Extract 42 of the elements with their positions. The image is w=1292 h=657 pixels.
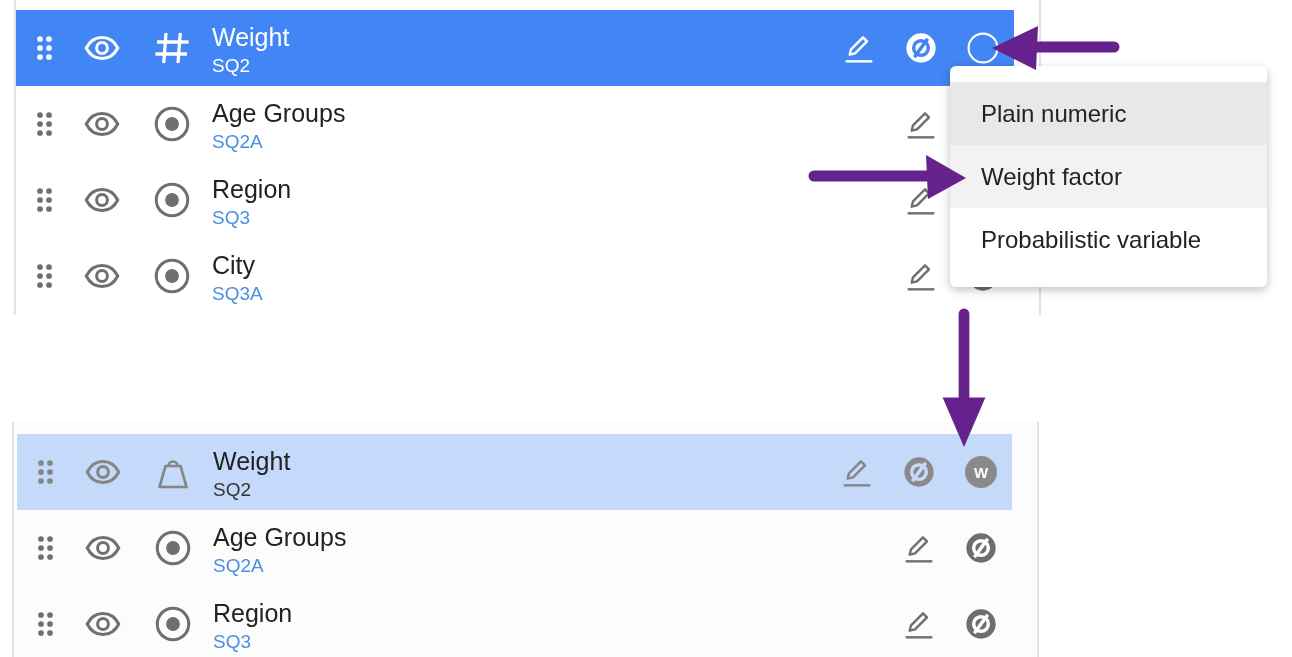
- item-title: Region: [212, 173, 292, 204]
- drag-handle-icon[interactable]: [36, 188, 52, 212]
- eye-icon[interactable]: [84, 264, 120, 288]
- item-title: Age Groups: [213, 521, 347, 552]
- item-code: SQ2: [213, 478, 252, 501]
- drag-handle-icon[interactable]: [36, 36, 52, 60]
- eye-icon[interactable]: [85, 460, 121, 484]
- null-icon[interactable]: [965, 532, 997, 564]
- item-title: Region: [213, 597, 293, 628]
- list-row[interactable]: Weight SQ2 W: [17, 434, 1012, 510]
- item-title: Weight: [213, 445, 291, 476]
- radio-icon: [154, 106, 190, 142]
- eye-icon[interactable]: [84, 112, 120, 136]
- eye-icon[interactable]: [85, 536, 121, 560]
- item-title: City: [212, 249, 256, 280]
- drag-handle-icon[interactable]: [37, 460, 53, 484]
- drag-handle-icon[interactable]: [36, 264, 52, 288]
- drag-handle-icon[interactable]: [36, 112, 52, 136]
- item-title: Weight: [212, 21, 290, 52]
- circle-icon[interactable]: [967, 32, 999, 64]
- null-icon[interactable]: [965, 608, 997, 640]
- eye-icon[interactable]: [85, 612, 121, 636]
- radio-icon: [154, 258, 190, 294]
- item-code: SQ2: [212, 54, 251, 77]
- item-code: SQ3: [212, 206, 251, 229]
- item-title: Age Groups: [212, 97, 346, 128]
- item-code: SQ3: [213, 630, 252, 653]
- radio-icon: [155, 530, 191, 566]
- drag-handle-icon[interactable]: [37, 612, 53, 636]
- item-code: SQ3A: [212, 282, 263, 305]
- radio-icon: [155, 606, 191, 642]
- item-code: SQ2A: [212, 130, 263, 153]
- item-code: SQ2A: [213, 554, 264, 577]
- menu-item[interactable]: Plain numeric: [950, 82, 1267, 145]
- eye-icon[interactable]: [84, 188, 120, 212]
- menu-item[interactable]: Probabilistic variable: [950, 208, 1267, 271]
- hash-icon: [154, 30, 190, 66]
- null-icon[interactable]: [905, 32, 937, 64]
- radio-icon: [154, 182, 190, 218]
- list-row[interactable]: Weight SQ2: [16, 10, 1014, 86]
- menu-item[interactable]: Weight factor: [950, 145, 1267, 208]
- drag-handle-icon[interactable]: [37, 536, 53, 560]
